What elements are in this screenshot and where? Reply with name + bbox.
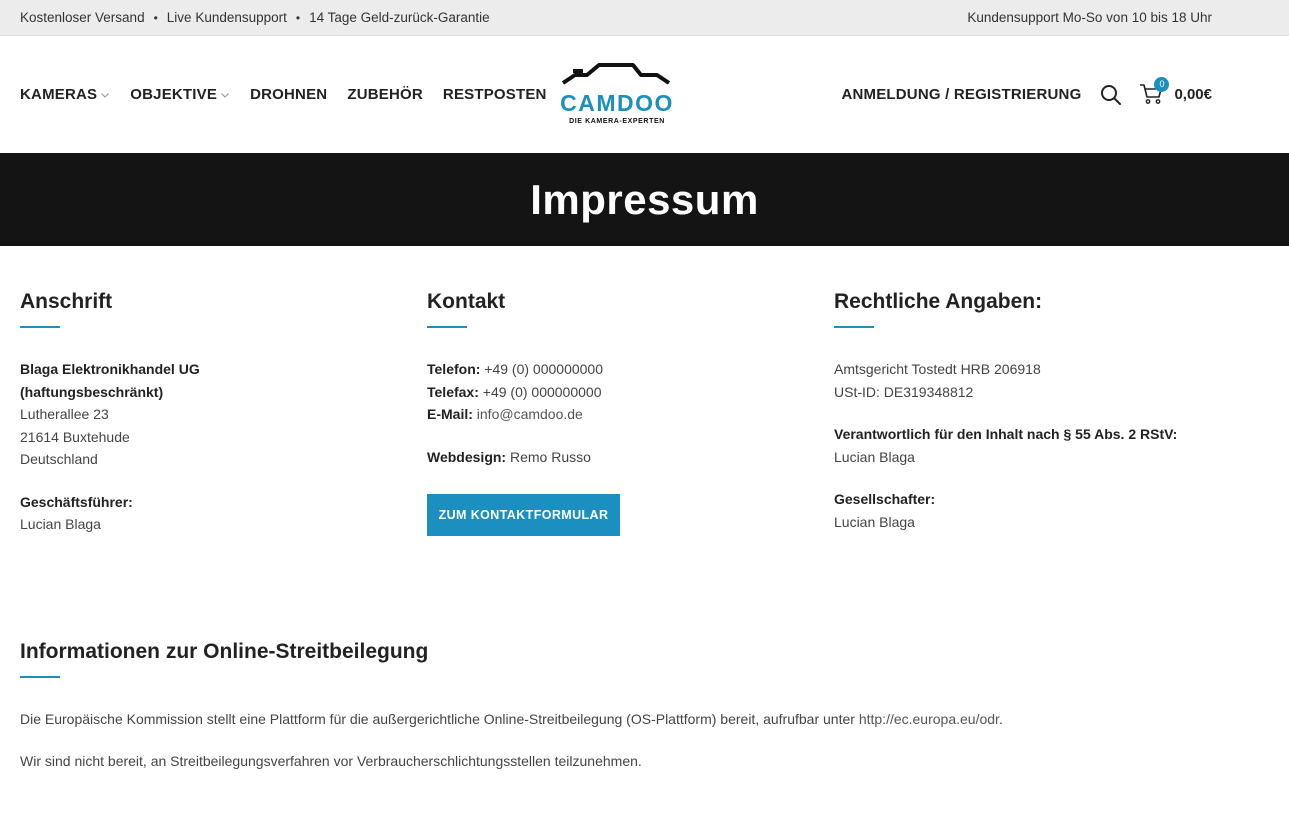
nav-item-restposten[interactable]: RESTPOSTEN xyxy=(443,86,547,103)
ods-text: Die Europäische Kommission stellt eine P… xyxy=(20,711,859,727)
shareholder-label: Gesellschafter: xyxy=(834,491,936,507)
responsible-name: Lucian Blaga xyxy=(834,448,915,465)
site-logo[interactable]: CAMDOO DIE KAMERA-EXPERTEN xyxy=(560,61,673,131)
street: Lutherallee 23 xyxy=(20,406,109,422)
nav-item-objektive[interactable]: OBJEKTIVE xyxy=(130,86,230,103)
nav-item-kameras[interactable]: KAMERAS xyxy=(20,86,110,103)
section-heading: Rechtliche Angaben: xyxy=(834,290,1043,313)
heading-underline xyxy=(834,326,874,328)
address-section: Anschrift Blaga Elektronikhandel UG (haf… xyxy=(20,290,427,536)
imprint-columns: Anschrift Blaga Elektronikhandel UG (haf… xyxy=(0,246,1289,536)
fax-value: +49 (0) 000000000 xyxy=(478,383,602,400)
login-register-link[interactable]: ANMELDUNG / REGISTRIERUNG xyxy=(841,86,1081,103)
online-dispute-section: Informationen zur Online-Streitbeilegung… xyxy=(0,536,1289,772)
phone-value: +49 (0) 000000000 xyxy=(480,361,604,377)
vat-id: USt-ID: DE319348812 xyxy=(834,383,974,400)
email-link[interactable]: info@camdoo.de xyxy=(477,406,583,422)
cart-total[interactable]: 0,00€ xyxy=(1174,86,1212,103)
logo-wordmark: CAMDOO xyxy=(561,90,673,116)
ceo-label-line: Geschäftsführer: xyxy=(20,491,427,514)
webdesign-label: Webdesign: xyxy=(427,448,507,465)
usp-list: Kostenloser Versand • Live Kundensupport… xyxy=(20,10,490,25)
top-info-bar: Kostenloser Versand • Live Kundensupport… xyxy=(0,0,1289,36)
shareholder-label-line: Gesellschafter: xyxy=(834,488,1274,511)
contact-section: Kontakt Telefon: +49 (0) 000000000 Telef… xyxy=(427,290,834,536)
nav-item-label: OBJEKTIVE xyxy=(130,86,218,103)
usp-live-support: Live Kundensupport xyxy=(166,10,287,25)
main-navigation: KAMERAS OBJEKTIVE DROHNEN ZUBEHÖR RESTPO… xyxy=(20,86,567,103)
ceo-label: Geschäftsführer: xyxy=(20,493,133,510)
ods-text-end: . xyxy=(998,711,1003,727)
nav-item-zubehoer[interactable]: ZUBEHÖR xyxy=(347,86,423,103)
webdesign-value: Remo Russo xyxy=(506,448,591,465)
country: Deutschland xyxy=(20,451,98,467)
legal-section: Rechtliche Angaben: Amtsgericht Tostedt … xyxy=(834,290,1274,536)
heading-underline xyxy=(427,326,467,328)
page-title-banner: Impressum xyxy=(0,153,1289,246)
responsible-label: Verantwortlich für den Inhalt nach § 55 … xyxy=(834,426,1178,442)
site-header: KAMERAS OBJEKTIVE DROHNEN ZUBEHÖR RESTPO… xyxy=(0,36,1289,153)
odr-link[interactable]: http://ec.europa.eu/odr xyxy=(859,711,999,727)
cart-button[interactable]: 0 xyxy=(1139,76,1170,107)
section-heading: Anschrift xyxy=(20,290,113,313)
ods-paragraph-2: Wir sind nicht bereit, an Streitbeilegun… xyxy=(20,753,642,769)
company-name-line1: Blaga Elektronikhandel UG xyxy=(20,358,427,381)
usp-money-back: 14 Tage Geld-zurück-Garantie xyxy=(309,10,490,25)
phone-line: Telefon: +49 (0) 000000000 xyxy=(427,358,834,381)
nav-item-label: KAMERAS xyxy=(20,86,98,103)
nav-item-label: ZUBEHÖR xyxy=(347,86,423,103)
ods-paragraph-1: Die Europäische Kommission stellt eine P… xyxy=(20,708,1289,730)
search-icon[interactable] xyxy=(1100,84,1122,106)
nav-item-label: DROHNEN xyxy=(250,86,328,103)
logo-tagline: DIE KAMERA-EXPERTEN xyxy=(569,118,665,125)
nav-item-drohnen[interactable]: DROHNEN xyxy=(250,86,327,103)
fax-label: Telefax: xyxy=(427,383,479,400)
webdesign-line: Webdesign: Remo Russo xyxy=(427,446,834,469)
support-hours: Kundensupport Mo-So von 10 bis 18 Uhr xyxy=(967,10,1212,25)
ceo-name: Lucian Blaga xyxy=(20,516,101,532)
header-actions: ANMELDUNG / REGISTRIERUNG 0 0,00€ xyxy=(841,76,1212,107)
heading-underline xyxy=(20,676,60,678)
company-name-line2: (haftungsbeschränkt) xyxy=(20,381,427,404)
section-heading: Informationen zur Online-Streitbeilegung xyxy=(20,640,429,663)
page-title: Impressum xyxy=(530,175,759,223)
chevron-down-icon xyxy=(101,92,110,98)
usp-free-shipping: Kostenloser Versand xyxy=(20,10,145,25)
chevron-down-icon xyxy=(221,92,229,98)
shareholder-name: Lucian Blaga xyxy=(834,513,915,530)
separator-dot: • xyxy=(153,10,158,25)
nav-item-label: RESTPOSTEN xyxy=(442,86,547,103)
fax-line: Telefax: +49 (0) 000000000 xyxy=(427,381,834,404)
contact-form-button[interactable]: ZUM KONTAKTFORMULAR xyxy=(427,494,620,536)
email-line: E-Mail: info@camdoo.de xyxy=(427,403,834,426)
cart-count-badge: 0 xyxy=(1154,76,1170,92)
camdoo-logo-icon: CAMDOO DIE KAMERA-EXPERTEN xyxy=(560,63,673,125)
phone-label: Telefon: xyxy=(427,361,481,377)
city: 21614 Buxtehude xyxy=(20,428,130,445)
responsible-label-line: Verantwortlich für den Inhalt nach § 55 … xyxy=(834,423,1274,446)
section-heading: Kontakt xyxy=(427,290,506,313)
email-label: E-Mail: xyxy=(427,406,473,422)
court-registration: Amtsgericht Tostedt HRB 206918 xyxy=(834,361,1041,377)
separator-dot: • xyxy=(295,10,301,25)
heading-underline xyxy=(20,326,60,328)
company-name: Blaga Elektronikhandel UG xyxy=(20,361,200,377)
company-legal-form: (haftungsbeschränkt) xyxy=(20,383,164,400)
